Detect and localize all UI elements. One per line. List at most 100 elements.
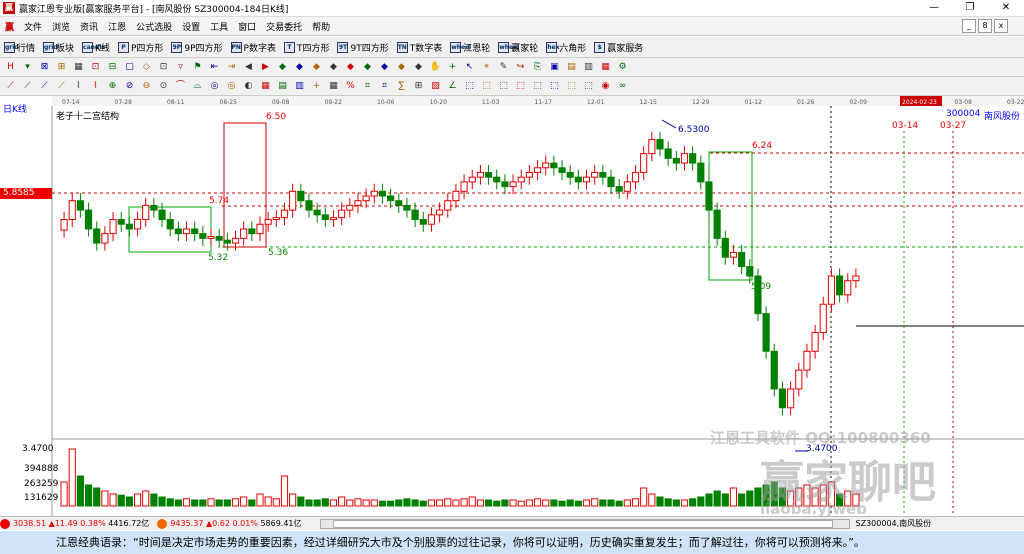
tool-1-1-icon[interactable]: ⟋	[21, 80, 34, 93]
tool-0-28-icon[interactable]: ⌖	[480, 61, 493, 74]
tool-1-13-icon[interactable]: ◎	[225, 80, 238, 93]
tool-1-31-icon[interactable]: ⬚	[531, 80, 544, 93]
menu-settings[interactable]: 设置	[177, 20, 205, 33]
tool-0-20-icon[interactable]: ◆	[344, 61, 357, 74]
tool-0-17-icon[interactable]: ◆	[293, 61, 306, 74]
tool-0-16-icon[interactable]: ◆	[276, 61, 289, 74]
menu-file[interactable]: 文件	[19, 20, 47, 33]
tool-0-32-icon[interactable]: ▣	[548, 61, 561, 74]
toolbar-4-button[interactable]: 9P 9P四方形	[171, 41, 223, 54]
status-index-sz[interactable]: 9435.37 ▲0.62 0.01% 5869.41亿	[157, 518, 302, 529]
tool-0-18-icon[interactable]: ◆	[310, 61, 323, 74]
menu-gann[interactable]: 江恩	[103, 20, 131, 33]
tool-1-24-icon[interactable]: ⊞	[412, 80, 425, 93]
toolbar-6-button[interactable]: T T四方形	[283, 41, 329, 54]
close-button[interactable]: ✕	[988, 0, 1024, 16]
tool-0-11-icon[interactable]: ⚑	[191, 61, 204, 74]
tool-1-32-icon[interactable]: ⬚	[548, 80, 561, 93]
tool-0-24-icon[interactable]: ◆	[412, 61, 425, 74]
mdi-close-button[interactable]: x	[994, 19, 1008, 33]
tool-1-14-icon[interactable]: ◐	[242, 80, 255, 93]
tool-1-20-icon[interactable]: %	[344, 80, 357, 93]
tool-0-2-icon[interactable]: ⊠	[38, 61, 51, 74]
tool-0-27-icon[interactable]: ↖	[463, 61, 476, 74]
tool-0-30-icon[interactable]: ↪	[514, 61, 527, 74]
toolbar-3-button[interactable]: P P四方形	[117, 41, 163, 54]
tool-1-11-icon[interactable]: ⌓	[191, 80, 204, 93]
tool-0-12-icon[interactable]: ⇤	[208, 61, 221, 74]
tool-1-21-icon[interactable]: ⌗	[361, 80, 374, 93]
tool-1-9-icon[interactable]: ⊙	[157, 80, 170, 93]
tool-0-23-icon[interactable]: ◆	[395, 61, 408, 74]
tool-1-18-icon[interactable]: +	[310, 80, 323, 93]
tool-1-3-icon[interactable]: ⟋	[55, 80, 68, 93]
tool-1-35-icon[interactable]: ◉	[599, 80, 612, 93]
tool-0-5-icon[interactable]: ⊡	[89, 61, 102, 74]
menu-tools[interactable]: 工具	[205, 20, 233, 33]
tool-1-2-icon[interactable]: ⟋	[38, 80, 51, 93]
menu-browse[interactable]: 浏览	[47, 20, 75, 33]
tool-1-19-icon[interactable]: ▦	[327, 80, 340, 93]
toolbar-1-button[interactable]: grid 板块	[43, 41, 74, 54]
toolbar-5-button[interactable]: PN P数字表	[230, 41, 276, 54]
tool-0-7-icon[interactable]: ▢	[123, 61, 136, 74]
tool-1-23-icon[interactable]: ∑	[395, 80, 408, 93]
tool-1-26-icon[interactable]: ∠	[446, 80, 459, 93]
tool-1-30-icon[interactable]: ⬚	[514, 80, 527, 93]
tool-0-3-icon[interactable]: ⊞	[55, 61, 68, 74]
tool-1-36-icon[interactable]: ∞	[616, 80, 629, 93]
tool-0-8-icon[interactable]: ◇	[140, 61, 153, 74]
tool-0-19-icon[interactable]: ◆	[327, 61, 340, 74]
menu-app-icon[interactable]: 赢	[0, 20, 19, 33]
tool-1-15-icon[interactable]: ▦	[259, 80, 272, 93]
tool-1-5-icon[interactable]: ⌇	[89, 80, 102, 93]
tool-1-10-icon[interactable]: ⌒	[174, 80, 187, 93]
tool-1-6-icon[interactable]: ⊕	[106, 80, 119, 93]
tool-0-0-icon[interactable]: H	[4, 61, 17, 74]
tool-0-31-icon[interactable]: ⎘	[531, 61, 544, 74]
menu-window[interactable]: 窗口	[233, 20, 261, 33]
tool-0-21-icon[interactable]: ◆	[361, 61, 374, 74]
minimize-button[interactable]: —	[916, 0, 952, 16]
tool-0-29-icon[interactable]: ✎	[497, 61, 510, 74]
tool-0-9-icon[interactable]: ⊡	[157, 61, 170, 74]
tool-1-8-icon[interactable]: ⊖	[140, 80, 153, 93]
tool-1-29-icon[interactable]: ⬚	[497, 80, 510, 93]
tool-1-25-icon[interactable]: ▧	[429, 80, 442, 93]
toolbar-7-button[interactable]: 9T 9T四方形	[337, 41, 389, 54]
tool-1-12-icon[interactable]: ◎	[208, 80, 221, 93]
kline-chart-area[interactable]: 07-14 07-28 08-11 08-25 09-08 09-22 10-06 10-20…	[0, 96, 1024, 518]
tool-0-14-icon[interactable]: ◀	[242, 61, 255, 74]
mdi-minimize-button[interactable]: _	[962, 19, 976, 33]
tool-0-25-icon[interactable]: ✋	[429, 61, 442, 74]
tool-0-10-icon[interactable]: ▿	[174, 61, 187, 74]
tool-1-34-icon[interactable]: ⬚	[582, 80, 595, 93]
menu-formula[interactable]: 公式选股	[131, 20, 177, 33]
maximize-button[interactable]: ❐	[952, 0, 988, 16]
tool-1-17-icon[interactable]: ▥	[293, 80, 306, 93]
tool-0-36-icon[interactable]: ⚙	[616, 61, 629, 74]
menu-help[interactable]: 帮助	[307, 20, 335, 33]
toolbar-12-button[interactable]: $ 赢家服务	[594, 41, 643, 54]
tool-0-33-icon[interactable]: ▤	[565, 61, 578, 74]
tool-0-34-icon[interactable]: ▥	[582, 61, 595, 74]
mdi-restore-button[interactable]: 8	[978, 19, 992, 33]
tool-1-7-icon[interactable]: ⊘	[123, 80, 136, 93]
toolbar-0-button[interactable]: grid 行情	[4, 41, 35, 54]
tool-1-27-icon[interactable]: ⬚	[463, 80, 476, 93]
tool-0-26-icon[interactable]: +	[446, 61, 459, 74]
status-scrollbar[interactable]	[319, 518, 850, 529]
toolbar-11-button[interactable]: hex 六角形	[546, 41, 586, 54]
tool-0-4-icon[interactable]: ▦	[72, 61, 85, 74]
tool-0-22-icon[interactable]: ◆	[378, 61, 391, 74]
toolbar-10-button[interactable]: wheel 赢家轮	[498, 41, 538, 54]
tool-1-28-icon[interactable]: ⬚	[480, 80, 493, 93]
tool-1-4-icon[interactable]: ⌇	[72, 80, 85, 93]
toolbar-2-button[interactable]: candle K线	[82, 41, 110, 54]
tool-1-22-icon[interactable]: ⌗	[378, 80, 391, 93]
menu-info[interactable]: 资讯	[75, 20, 103, 33]
tool-1-33-icon[interactable]: ⬚	[565, 80, 578, 93]
status-index-sh[interactable]: 3038.51 ▲11.49 0.38% 4416.72亿	[0, 518, 149, 529]
toolbar-8-button[interactable]: TN T数字表	[396, 41, 442, 54]
tool-0-6-icon[interactable]: ⊟	[106, 61, 119, 74]
